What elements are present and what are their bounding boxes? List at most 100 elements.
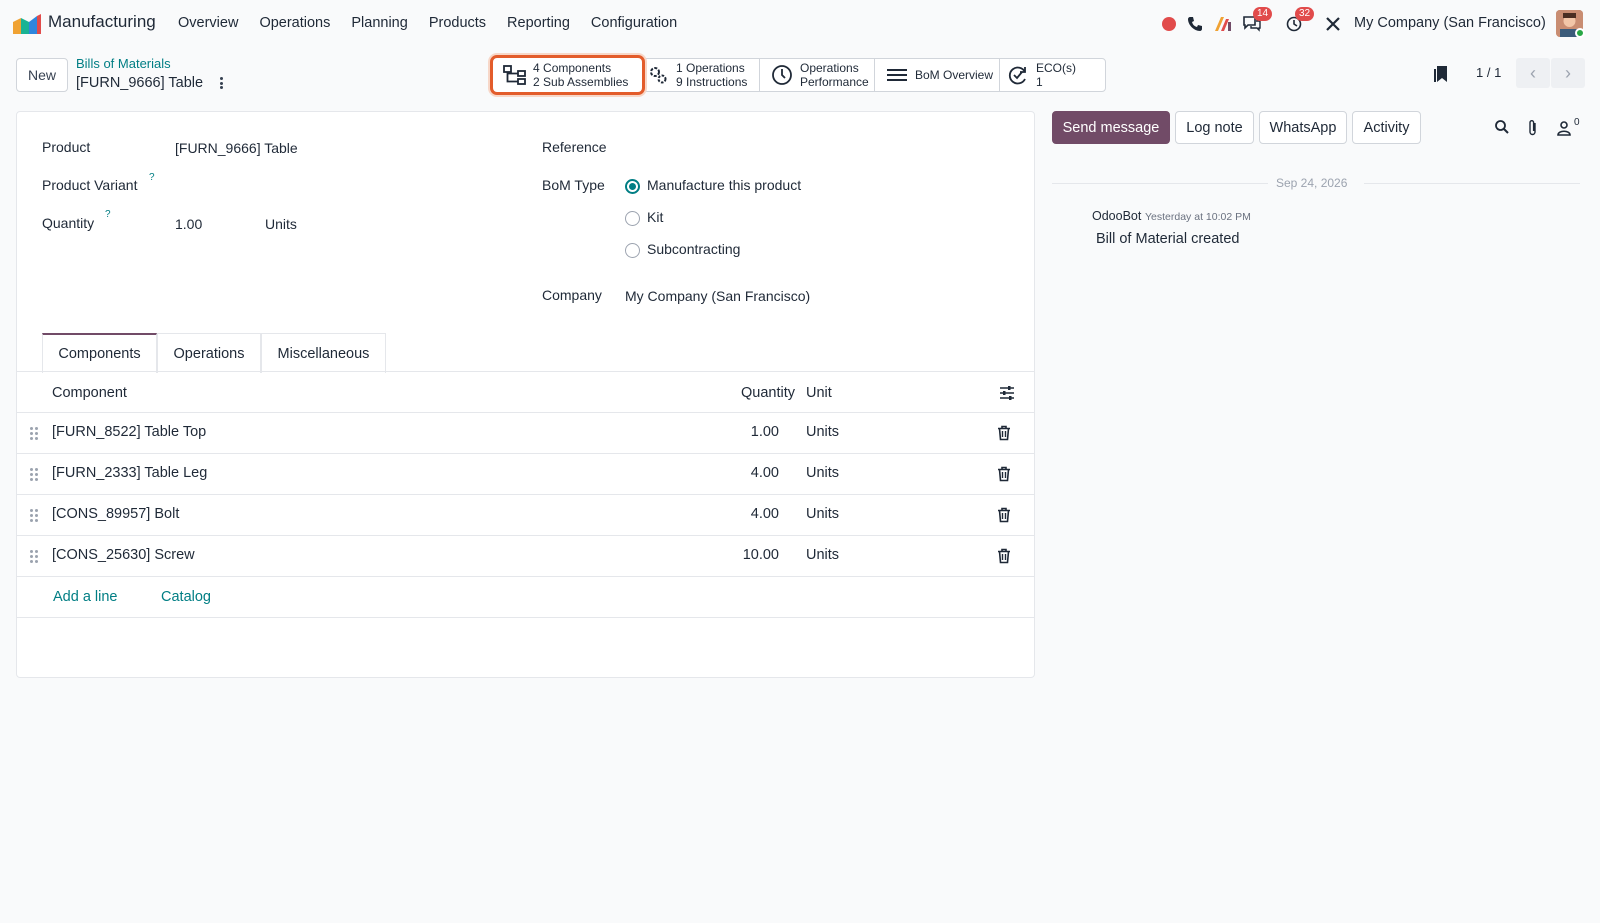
quantity-help-icon[interactable]: ?	[105, 209, 111, 220]
operations-performance-smart-button[interactable]: Operations Performance	[760, 59, 875, 91]
column-unit[interactable]: Unit	[806, 385, 832, 401]
drag-handle-icon[interactable]	[30, 427, 38, 440]
phone-icon[interactable]	[1185, 14, 1205, 34]
tab-components[interactable]: Components	[42, 333, 157, 373]
tools-icon[interactable]	[1323, 14, 1343, 34]
instructions-count: 9	[676, 75, 683, 89]
catalog-link[interactable]: Catalog	[161, 589, 211, 605]
drag-handle-icon[interactable]	[30, 550, 38, 563]
row-quantity[interactable]: 4.00	[717, 506, 779, 522]
menu-overview[interactable]: Overview	[178, 15, 238, 31]
actions-menu-icon[interactable]	[218, 75, 224, 91]
components-smart-button-content: 4 Components 2 Sub Assemblies	[493, 59, 628, 91]
column-quantity[interactable]: Quantity	[741, 385, 795, 401]
company-field[interactable]: My Company (San Francisco)	[625, 288, 810, 304]
paperclip-icon[interactable]	[1526, 119, 1540, 137]
row-quantity[interactable]: 10.00	[717, 547, 779, 563]
eco-smart-button[interactable]: ECO(s) 1	[1000, 59, 1105, 91]
optional-columns-icon[interactable]	[999, 385, 1015, 401]
drag-handle-icon[interactable]	[30, 509, 38, 522]
row-quantity[interactable]: 1.00	[717, 424, 779, 440]
quantity-field[interactable]: 1.00	[175, 216, 202, 232]
bookmark-icon[interactable]	[1434, 65, 1450, 83]
breadcrumb-bills-of-materials[interactable]: Bills of Materials	[76, 56, 171, 71]
performance-line1: Operations	[800, 61, 859, 75]
bom-type-option-kit[interactable]: Kit	[647, 209, 663, 225]
tab-operations[interactable]: Operations	[157, 333, 261, 373]
row-unit[interactable]: Units	[806, 465, 839, 481]
pager-value[interactable]: 1 / 1	[1476, 65, 1501, 80]
followers-icon[interactable]	[1556, 120, 1572, 136]
send-message-button[interactable]: Send message	[1052, 111, 1170, 144]
company-switcher[interactable]: My Company (San Francisco)	[1354, 15, 1546, 31]
radio-kit[interactable]	[625, 211, 640, 226]
pager-next-button[interactable]: ›	[1551, 58, 1585, 88]
radio-subcontracting[interactable]	[625, 243, 640, 258]
log-note-button[interactable]: Log note	[1175, 111, 1254, 144]
menu-configuration[interactable]: Configuration	[591, 15, 677, 31]
pager-previous-button[interactable]: ‹	[1516, 58, 1550, 88]
reference-field[interactable]	[625, 136, 1005, 158]
bars-icon	[885, 63, 909, 87]
table-row[interactable]: [FURN_2333] Table Leg 4.00 Units	[17, 454, 1034, 495]
row-component[interactable]: [FURN_2333] Table Leg	[52, 465, 207, 481]
product-field[interactable]: [FURN_9666] Table	[175, 140, 298, 156]
trash-icon[interactable]	[996, 425, 1012, 441]
row-unit[interactable]: Units	[806, 506, 839, 522]
trash-icon[interactable]	[996, 507, 1012, 523]
bom-overview-smart-button[interactable]: BoM Overview	[875, 59, 1000, 91]
quantity-unit[interactable]: Units	[265, 216, 297, 232]
table-row[interactable]: [CONS_89957] Bolt 4.00 Units	[17, 495, 1034, 536]
subassemblies-count: 2	[533, 75, 540, 89]
table-row[interactable]: [FURN_8522] Table Top 1.00 Units	[17, 413, 1034, 454]
row-component[interactable]: [CONS_25630] Screw	[52, 547, 195, 563]
product-label: Product	[42, 139, 91, 155]
new-button[interactable]: New	[16, 58, 68, 92]
row-quantity[interactable]: 4.00	[717, 465, 779, 481]
manufacturing-app-icon[interactable]	[13, 14, 41, 34]
menu-products[interactable]: Products	[429, 15, 486, 31]
activities-badge: 32	[1295, 7, 1315, 21]
online-status-indicator	[1575, 28, 1585, 38]
message-body: Bill of Material created	[1096, 231, 1240, 247]
message-author[interactable]: OdooBot	[1092, 209, 1141, 223]
eco-label: ECO(s)	[1036, 61, 1076, 75]
tabs-divider	[17, 371, 1034, 372]
operations-instructions-smart-button[interactable]: 1 Operations 9 Instructions	[644, 59, 760, 91]
trash-icon[interactable]	[996, 466, 1012, 482]
product-variant-field[interactable]	[175, 174, 475, 196]
message-time: Yesterday at 10:02 PM	[1145, 211, 1251, 223]
trash-icon[interactable]	[996, 548, 1012, 564]
menu-operations[interactable]: Operations	[259, 15, 330, 31]
activities-clock-icon[interactable]: 32	[1284, 7, 1315, 34]
menu-planning[interactable]: Planning	[351, 15, 407, 31]
record-icon[interactable]	[1159, 14, 1179, 34]
product-variant-help-icon[interactable]: ?	[149, 172, 155, 183]
date-separator: Sep 24, 2026	[1052, 175, 1580, 191]
radio-manufacture[interactable]	[625, 179, 640, 194]
whatsapp-button[interactable]: WhatsApp	[1259, 111, 1347, 144]
tab-miscellaneous[interactable]: Miscellaneous	[261, 333, 386, 373]
search-messages-icon[interactable]	[1494, 119, 1510, 135]
product-variant-label: Product Variant	[42, 177, 138, 193]
activity-button[interactable]: Activity	[1352, 111, 1421, 144]
drag-handle-icon[interactable]	[30, 468, 38, 481]
add-a-line-link[interactable]: Add a line	[53, 589, 118, 605]
gears-icon	[646, 63, 670, 87]
ai-icon[interactable]	[1213, 14, 1233, 34]
menu-reporting[interactable]: Reporting	[507, 15, 570, 31]
bom-type-option-manufacture[interactable]: Manufacture this product	[647, 177, 801, 193]
messages-icon[interactable]: 14	[1242, 7, 1273, 34]
row-unit[interactable]: Units	[806, 424, 839, 440]
record-title: [FURN_9666] Table	[76, 75, 204, 91]
components-smart-button[interactable]: 4 Components 2 Sub Assemblies	[490, 55, 645, 95]
bom-type-label: BoM Type	[542, 177, 605, 193]
row-component[interactable]: [CONS_89957] Bolt	[52, 506, 179, 522]
table-row[interactable]: [CONS_25630] Screw 10.00 Units	[17, 536, 1034, 577]
app-name[interactable]: Manufacturing	[48, 12, 156, 32]
row-unit[interactable]: Units	[806, 547, 839, 563]
form-sheet: Product [FURN_9666] Table Product Varian…	[16, 111, 1035, 678]
column-component[interactable]: Component	[52, 385, 127, 401]
row-component[interactable]: [FURN_8522] Table Top	[52, 424, 206, 440]
bom-type-option-subcontracting[interactable]: Subcontracting	[647, 241, 740, 257]
